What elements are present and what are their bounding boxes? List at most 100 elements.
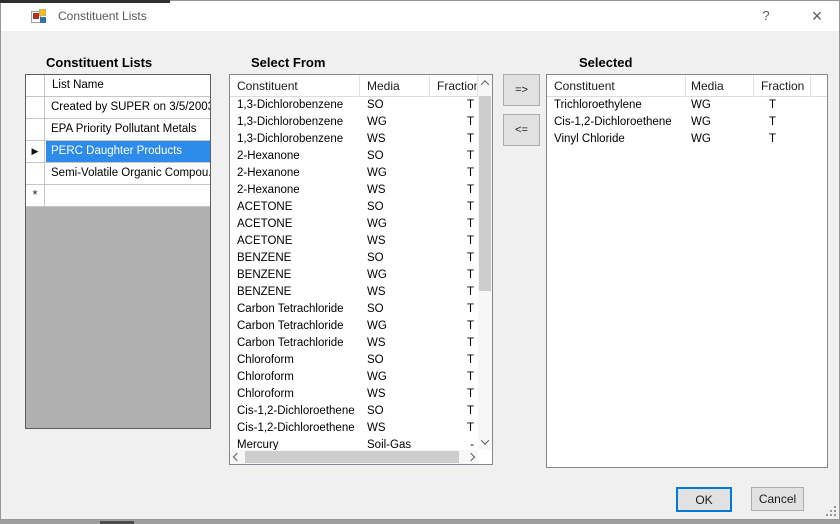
cell: WS	[367, 133, 386, 145]
title-bar[interactable]: Constituent Lists ? ×	[1, 1, 839, 31]
cell: 1,3-Dichlorobenzene	[237, 99, 344, 111]
table-row[interactable]: Trichloroethylene WG T	[547, 97, 827, 114]
cell: WG	[367, 218, 387, 230]
lists-grid-rows: Created by SUPER on 3/5/2003 EPA Priority…	[26, 97, 210, 207]
cell: WS	[367, 422, 386, 434]
table-row[interactable]: Carbon Tetrachloride WS T	[230, 335, 478, 352]
cell: Cis-1,2-Dichloroethene	[237, 422, 355, 434]
column-header-media[interactable]: Media	[360, 75, 430, 97]
cell: Vinyl Chloride	[554, 133, 625, 145]
scroll-up-button[interactable]	[478, 75, 492, 91]
table-row[interactable]: Mercury Soil-Gas -	[230, 437, 478, 450]
column-header-fraction[interactable]: Fraction	[430, 75, 478, 97]
cell: WS	[367, 184, 386, 196]
table-row[interactable]: Cis-1,2-Dichloroethene WS T	[230, 420, 478, 437]
cell: T	[466, 235, 474, 247]
row-selector	[26, 97, 45, 118]
cell: T	[466, 388, 474, 400]
move-to-available-button[interactable]: <=	[503, 114, 540, 146]
cancel-button[interactable]: Cancel	[751, 487, 804, 511]
cell: SO	[367, 150, 384, 162]
lists-grid-header: List Name	[26, 75, 210, 97]
cell: T	[466, 422, 474, 434]
cell: 2-Hexanone	[237, 150, 300, 162]
cell: T	[466, 167, 474, 179]
table-row[interactable]: 2-Hexanone SO T	[230, 148, 478, 165]
cell: T	[466, 133, 474, 145]
table-row[interactable]: 2-Hexanone WS T	[230, 182, 478, 199]
cell: T	[466, 218, 474, 230]
cell: WG	[367, 371, 387, 383]
cell: T	[466, 252, 474, 264]
cell: Chloroform	[237, 371, 294, 383]
table-row[interactable]: ACETONE WG T	[230, 216, 478, 233]
constituent-lists-grid: List Name Created by SUPER on 3/5/2003 EP…	[25, 74, 211, 429]
table-row[interactable]: 2-Hexanone WG T	[230, 165, 478, 182]
table-row[interactable]: BENZENE WS T	[230, 284, 478, 301]
scroll-down-button[interactable]	[478, 434, 492, 450]
cell: Cis-1,2-Dichloroethene	[554, 116, 672, 128]
dialog-constituent-lists: Constituent Lists ? × Constituent Lists …	[0, 0, 840, 520]
cell: T	[466, 337, 474, 349]
cell: Cis-1,2-Dichloroethene	[237, 405, 355, 417]
cell: WG	[367, 269, 387, 281]
cell: T	[466, 320, 474, 332]
table-row[interactable]: Carbon Tetrachloride SO T	[230, 301, 478, 318]
list-row[interactable]: Created by SUPER on 3/5/2003	[26, 97, 210, 119]
constituent-lists-label: Constituent Lists	[46, 55, 153, 70]
vertical-scrollbar-thumb[interactable]	[479, 96, 491, 291]
cell: Trichloroethylene	[554, 99, 642, 111]
table-row[interactable]: 1,3-Dichlorobenzene SO T	[230, 97, 478, 114]
horizontal-scrollbar[interactable]	[230, 450, 478, 464]
new-row[interactable]: *	[26, 185, 210, 207]
table-row[interactable]: 1,3-Dichlorobenzene WG T	[230, 114, 478, 131]
scroll-left-button[interactable]	[230, 450, 244, 464]
table-row[interactable]: Cis-1,2-Dichloroethene WG T	[547, 114, 827, 131]
column-header-fraction[interactable]: Fraction	[754, 75, 811, 97]
cell: WG	[691, 99, 711, 111]
app-icon-yellow-square	[39, 9, 46, 16]
cell: Carbon Tetrachloride	[237, 337, 344, 349]
table-row[interactable]: Chloroform SO T	[230, 352, 478, 369]
table-row[interactable]: Chloroform WS T	[230, 386, 478, 403]
cell: WS	[367, 337, 386, 349]
close-button[interactable]: ×	[799, 1, 835, 31]
cell: SO	[367, 354, 384, 366]
column-header-constituent[interactable]: Constituent	[230, 75, 360, 97]
list-row[interactable]: Semi-Volatile Organic Compou...	[26, 163, 210, 185]
cell: T	[466, 116, 474, 128]
cell: T	[466, 354, 474, 366]
ok-button[interactable]: OK	[676, 487, 732, 512]
move-to-selected-button[interactable]: =>	[503, 74, 540, 106]
horizontal-scrollbar-thumb[interactable]	[245, 451, 459, 463]
column-header-constituent[interactable]: Constituent	[547, 75, 686, 97]
scroll-right-button[interactable]	[464, 450, 478, 464]
selected-label: Selected	[579, 55, 633, 70]
table-row[interactable]: Carbon Tetrachloride WG T	[230, 318, 478, 335]
table-row[interactable]: Chloroform WG T	[230, 369, 478, 386]
column-header-list-name[interactable]: List Name	[46, 75, 210, 96]
list-row[interactable]: EPA Priority Pollutant Metals	[26, 119, 210, 141]
cell: T	[769, 116, 777, 128]
table-row[interactable]: Vinyl Chloride WG T	[547, 131, 827, 148]
cell: 2-Hexanone	[237, 167, 300, 179]
cell: ACETONE	[237, 201, 293, 213]
table-row[interactable]: 1,3-Dichlorobenzene WS T	[230, 131, 478, 148]
resize-grip[interactable]	[824, 504, 838, 518]
vertical-scrollbar[interactable]	[478, 75, 492, 450]
list-name-cell: Semi-Volatile Organic Compou...	[51, 167, 210, 179]
table-row[interactable]: Cis-1,2-Dichloroethene SO T	[230, 403, 478, 420]
list-row[interactable]: ▶ PERC Daughter Products	[26, 141, 210, 163]
table-row[interactable]: BENZENE WG T	[230, 267, 478, 284]
table-row[interactable]: ACETONE SO T	[230, 199, 478, 216]
help-button[interactable]: ?	[749, 1, 783, 31]
table-row[interactable]: ACETONE WS T	[230, 233, 478, 250]
row-selector	[26, 119, 45, 140]
column-header-media[interactable]: Media	[686, 75, 754, 97]
cell: 2-Hexanone	[237, 184, 300, 196]
selected-rows: Trichloroethylene WG T Cis-1,2-Dichloroethe…	[547, 97, 827, 467]
table-row[interactable]: BENZENE SO T	[230, 250, 478, 267]
cell: T	[466, 201, 474, 213]
cell: Chloroform	[237, 388, 294, 400]
chevron-up-icon	[480, 80, 490, 89]
